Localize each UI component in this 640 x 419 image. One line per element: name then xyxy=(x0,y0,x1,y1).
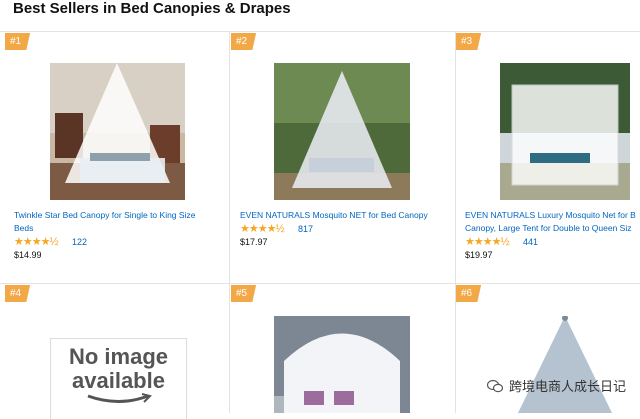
watermark-text: 跨境电商人成长日记 xyxy=(508,379,626,394)
price: $14.99 xyxy=(14,250,42,260)
product-image[interactable] xyxy=(274,63,410,200)
review-count[interactable]: 441 xyxy=(523,236,538,248)
product-name[interactable]: EVEN NATURALS Luxury Mosquito Net for B xyxy=(465,209,640,222)
review-count[interactable]: 122 xyxy=(72,236,87,248)
product-card[interactable]: #3 EVEN NATURALS Luxury Mosquito Net for… xyxy=(456,33,640,281)
star-rating[interactable]: ★★★★½ xyxy=(465,236,510,248)
divider xyxy=(0,31,640,32)
product-image-placeholder[interactable]: No image available xyxy=(50,338,187,419)
product-name[interactable]: Canopy, Large Tent for Double to Queen S… xyxy=(465,222,640,235)
rank-badge: #2 xyxy=(231,33,257,50)
divider xyxy=(0,283,640,284)
star-rating[interactable]: ★★★★½ xyxy=(14,236,59,248)
product-name[interactable]: EVEN NATURALS Mosquito NET for Bed Canop… xyxy=(240,209,450,222)
product-image[interactable] xyxy=(50,63,185,200)
product-card[interactable]: #1 Twinkle Star Bed Canopy for Single to… xyxy=(5,33,227,281)
price: $19.97 xyxy=(465,250,493,260)
no-image-text: available xyxy=(72,368,165,393)
rank-badge: #6 xyxy=(456,285,482,302)
divider xyxy=(229,31,230,413)
rank-badge: #4 xyxy=(5,285,31,302)
product-name[interactable]: Twinkle Star Bed Canopy for Single to Ki… xyxy=(14,209,219,222)
product-card[interactable]: #2 EVEN NATURALS Mosquito NET for Bed Ca… xyxy=(231,33,453,281)
watermark: 跨境电商人成长日记 xyxy=(486,376,626,395)
smile-arrow-icon xyxy=(86,393,152,403)
wechat-icon xyxy=(486,379,503,392)
rank-badge: #1 xyxy=(5,33,31,50)
product-name[interactable]: Beds xyxy=(14,222,219,235)
product-card[interactable]: #4 No image available xyxy=(5,285,227,419)
no-image-text: No image xyxy=(68,344,169,369)
product-image[interactable] xyxy=(274,316,410,413)
star-rating[interactable]: ★★★★½ xyxy=(240,223,285,235)
price: $17.97 xyxy=(240,237,268,247)
review-count[interactable]: 817 xyxy=(298,223,313,235)
rank-badge: #5 xyxy=(231,285,257,302)
product-image[interactable] xyxy=(500,63,630,200)
page-title: Best Sellers in Bed Canopies & Drapes xyxy=(13,0,291,17)
product-image[interactable] xyxy=(500,316,630,413)
rank-badge: #3 xyxy=(456,33,482,50)
product-card[interactable]: #5 xyxy=(231,285,453,413)
